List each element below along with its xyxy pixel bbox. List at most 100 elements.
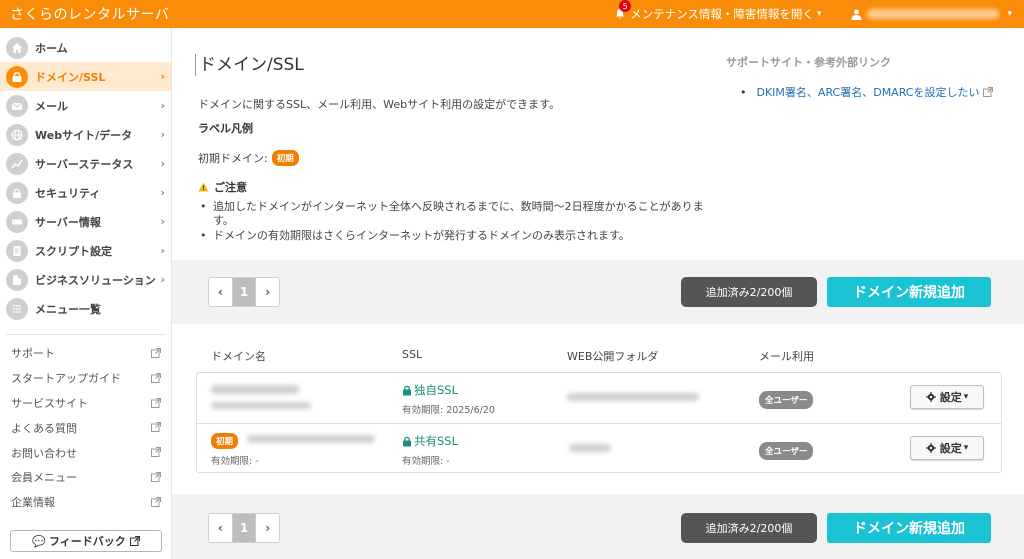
user-icon [851,9,867,20]
warning-item: 追加したドメインがインターネット全体へ反映されるまでに、数時間〜2日程度かかるこ… [200,200,720,228]
mail-usage-badge: 全ユーザー [759,442,814,460]
mail-usage-badge: 全ユーザー [759,391,814,409]
settings-dropdown-button[interactable]: 設定 ▾ [910,436,984,460]
external-link-icon [151,471,161,482]
page-title: ドメイン/SSL [195,54,304,76]
next-page-button[interactable]: › [256,278,279,306]
current-page[interactable]: 1 [231,278,257,306]
sidebar-link-label: お問い合わせ [11,446,77,460]
chevron-right-icon: › [160,215,165,228]
next-page-button[interactable]: › [256,514,279,542]
warning-heading: ご注意 [198,179,247,195]
chevron-right-icon: › [160,157,165,170]
initial-domain-badge: 初期 [271,150,299,166]
sidebar-link-label: 会員メニュー [11,471,77,485]
add-domain-button[interactable]: ドメイン新規追加 [827,277,991,307]
home-icon [6,36,28,59]
sidebar-item-domain-ssl[interactable]: ドメイン/SSL › [0,62,171,91]
lock-icon [402,385,414,396]
external-link-icon [151,372,161,383]
sidebar-item-server-info[interactable]: サーバー情報 › [0,207,171,236]
support-link-dkim[interactable]: DKIM署名、ARC署名、DMARCを設定したい [740,84,994,100]
support-link-label: DKIM署名、ARC署名、DMARCを設定したい [756,86,980,99]
ssl-link[interactable]: 独自SSL [402,382,458,398]
support-links-title: サポートサイト・参考外部リンク [726,56,891,69]
server-icon [6,210,28,233]
globe-icon [6,123,28,146]
sidebar-item-label: ホーム [35,41,68,55]
sidebar-link-label: サポート [11,347,55,361]
settings-dropdown-button[interactable]: 設定 ▾ [910,385,984,409]
top-header: さくらのレンタルサーバ 5 メンテナンス情報・障害情報を開く ▾ ▾ [0,0,1024,28]
prev-page-button[interactable]: ‹ [209,514,232,542]
legend-row: 初期ドメイン: 初期 [198,150,299,166]
domain-subtext-redacted [211,402,311,409]
sidebar-item-label: スクリプト設定 [35,244,112,258]
col-header-domain: ドメイン名 [211,350,266,363]
domain-count-button[interactable]: 追加済み2/200個 [681,277,817,307]
chevron-right-icon: › [160,244,165,257]
maintenance-notice-toggle[interactable]: 5 メンテナンス情報・障害情報を開く ▾ [614,0,821,22]
sidebar-item-mail[interactable]: メール › [0,91,171,120]
settings-label: 設定 [939,442,962,455]
ssl-expiry: 有効期限: - [402,456,450,467]
sidebar-link-contact[interactable]: お問い合わせ [0,440,171,465]
warning-title: ご注意 [214,181,247,194]
prev-page-button[interactable]: ‹ [209,278,232,306]
sidebar-item-security[interactable]: セキュリティ › [0,178,171,207]
sidebar-link-label: スタートアップガイド [11,372,121,386]
current-page[interactable]: 1 [231,514,257,542]
domain-name-redacted [247,435,375,443]
sidebar-link-member-menu[interactable]: 会員メニュー [0,465,171,490]
sidebar-item-label: セキュリティ [35,186,101,200]
ssl-expiry: 有効期限: 2025/6/20 [402,405,495,416]
sidebar-item-home[interactable]: ホーム [0,33,171,62]
brand-logo[interactable]: さくらのレンタルサーバ [0,4,169,24]
sidebar-item-label: メニュー一覧 [35,302,101,316]
lock-icon [402,436,414,447]
chevron-down-icon: ▾ [963,392,969,402]
sidebar-item-business-solutions[interactable]: ビジネスソリューション › [0,265,171,294]
sidebar-item-script-settings[interactable]: スクリプト設定 › [0,236,171,265]
feedback-button[interactable]: 💬 フィードバック [10,530,162,552]
main-content: ドメイン/SSL ドメインに関するSSL、メール利用、Webサイト利用の設定がで… [172,28,1024,559]
pagination: ‹ 1 › [208,513,280,543]
chart-icon [6,152,28,175]
chevron-right-icon: › [160,99,165,112]
sidebar-link-support[interactable]: サポート [0,341,171,366]
user-account-redacted [867,9,1000,19]
warning-icon [198,182,214,192]
ssl-link[interactable]: 共有SSL [402,433,458,449]
chevron-right-icon: › [160,70,165,83]
chevron-down-icon: ▾ [963,443,969,453]
table-row: 独自SSL 有効期限: 2025/6/20 全ユーザー 設定 ▾ [197,373,1001,423]
lock-icon [6,181,28,204]
external-link-icon [151,397,161,408]
sidebar-item-server-status[interactable]: サーバーステータス › [0,149,171,178]
sidebar-link-service-site[interactable]: サービスサイト [0,391,171,416]
initial-domain-badge: 初期 [211,433,239,449]
sidebar-item-website-data[interactable]: Webサイト/データ › [0,120,171,149]
ssl-type-label: 共有SSL [414,434,459,448]
sidebar-link-company-info[interactable]: 企業情報 [0,490,171,515]
sidebar-link-faq[interactable]: よくある質問 [0,415,171,440]
user-menu[interactable]: ▾ [851,9,1012,20]
sidebar-link-label: よくある質問 [11,421,77,435]
chevron-right-icon: › [160,128,165,141]
script-icon [6,239,28,262]
bell-icon: 5 [614,0,632,20]
domain-count-button[interactable]: 追加済み2/200個 [681,513,817,543]
maintenance-notice-label: メンテナンス情報・障害情報を開く [630,7,814,21]
add-domain-button[interactable]: ドメイン新規追加 [827,513,991,543]
col-header-mail: メール利用 [759,350,814,363]
sidebar-item-menu-list[interactable]: メニュー一覧 [0,294,171,323]
sidebar-item-label: ドメイン/SSL [35,70,106,84]
chevron-down-icon: ▾ [1007,9,1012,19]
page-description: ドメインに関するSSL、メール利用、Webサイト利用の設定ができます。 [198,98,560,111]
gear-icon [925,443,940,453]
building-icon [6,268,28,291]
gear-icon [925,392,940,402]
col-header-web-folder: WEB公開フォルダ [567,350,659,363]
pagination: ‹ 1 › [208,277,280,307]
sidebar-link-startup-guide[interactable]: スタートアップガイド [0,366,171,391]
